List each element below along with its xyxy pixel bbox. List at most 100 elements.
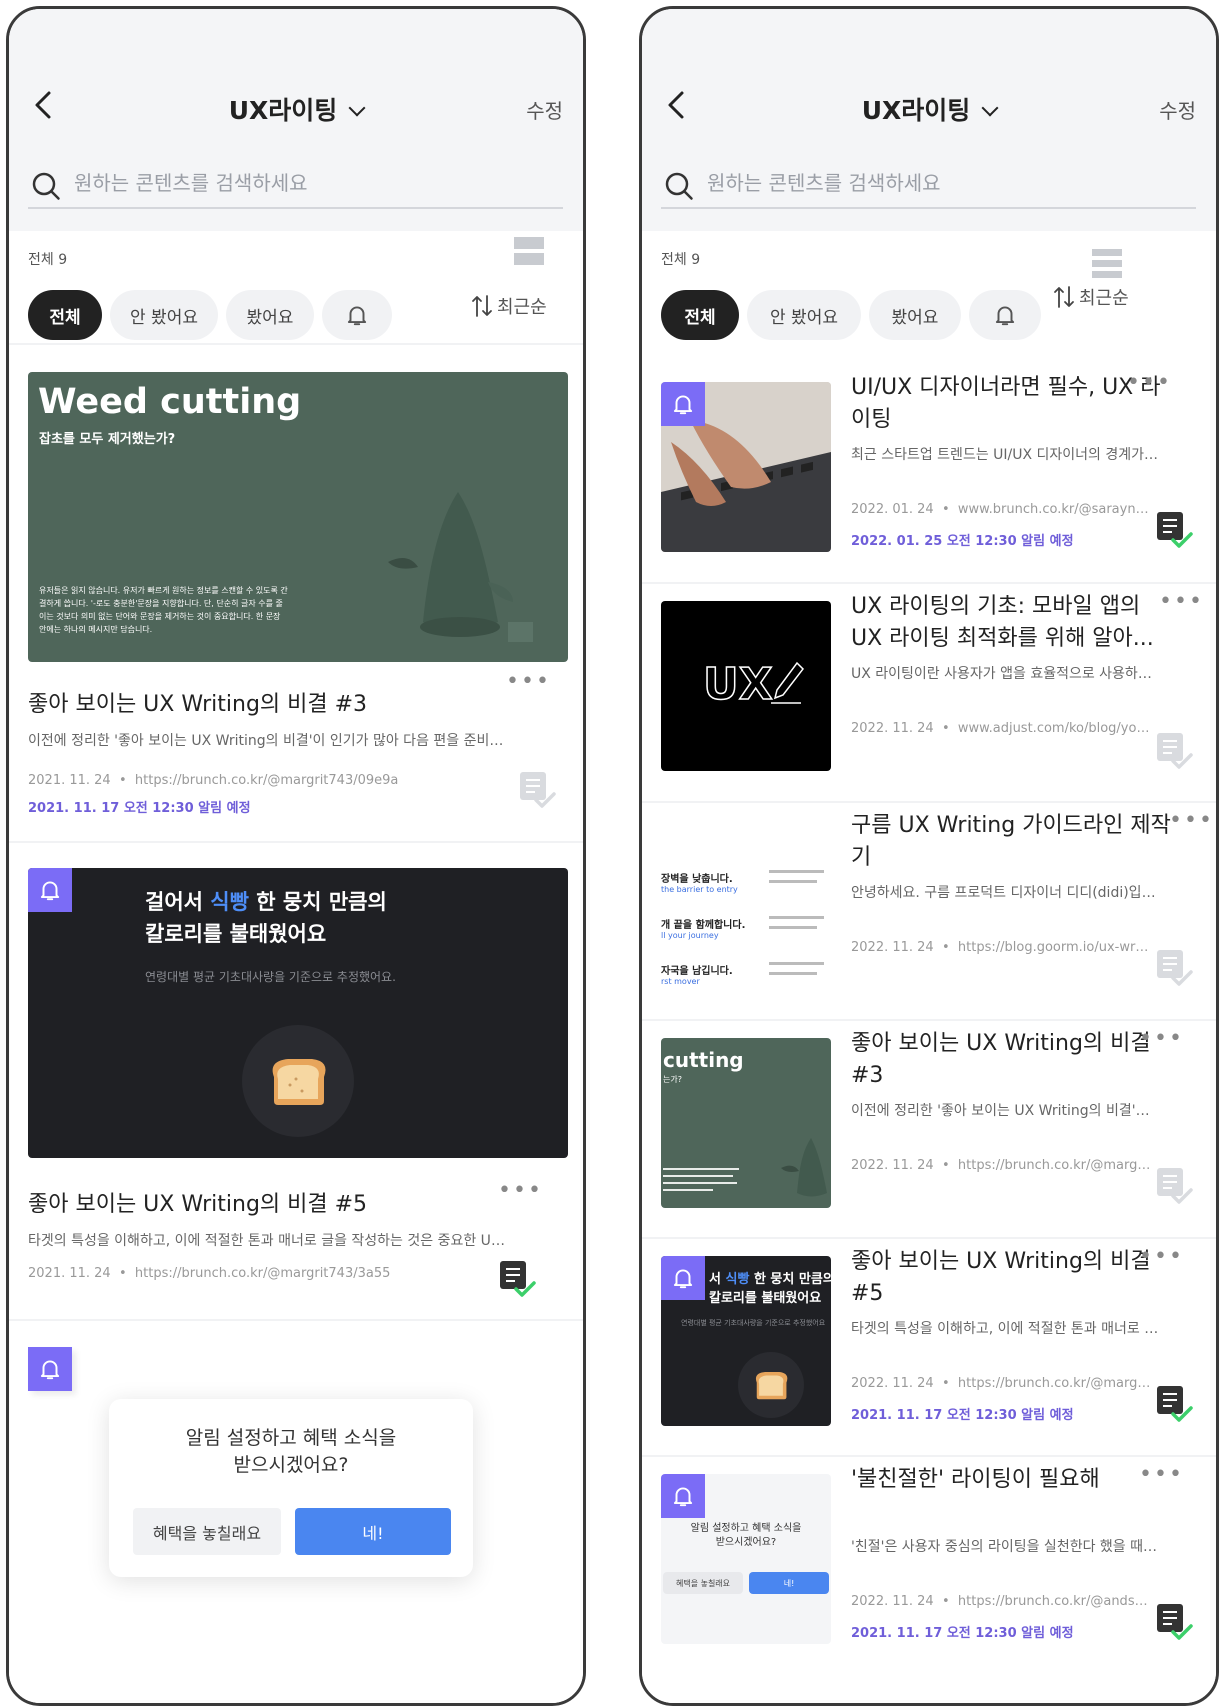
item-thumbnail: [661, 382, 831, 552]
thumb-headline-pre: 걸어서: [145, 890, 211, 914]
item-description: '친절'은 사용자 중심의 라이팅을 실천한다 했을 때 가...: [851, 1539, 1161, 1555]
more-options-icon[interactable]: •••: [1139, 1028, 1184, 1050]
more-options-icon[interactable]: •••: [1169, 810, 1214, 832]
chip-all[interactable]: 전체: [28, 290, 102, 340]
left-screen: UX라이팅 수정 원하는 콘텐츠를 검색하세요 전체 9 전체 안 봤어요 봤어…: [6, 6, 586, 1706]
more-options-icon[interactable]: •••: [1127, 372, 1172, 394]
thumb-headline-post: 한 뭉치 만큼의: [248, 890, 387, 914]
search-placeholder: 원하는 콘텐츠를 검색하세요: [707, 171, 941, 195]
more-options-icon[interactable]: •••: [1139, 1464, 1184, 1486]
mark-read-icon[interactable]: [1155, 1166, 1195, 1206]
filter-chips: 전체 안 봤어요 봤어요: [28, 290, 392, 340]
item-meta: 2022. 11. 24 • https://brunch.co.kr/@and…: [851, 1594, 1151, 1609]
thumb-line-2-en: ll your journey: [661, 931, 719, 940]
card-date: 2021. 11. 24: [28, 1266, 111, 1281]
mark-read-icon[interactable]: [1155, 1384, 1195, 1424]
bread-circle: [242, 1025, 354, 1137]
sort-label: 최근순: [1079, 288, 1129, 309]
chip-all[interactable]: 전체: [661, 290, 739, 340]
item-title: 좋아 보이는 UX Writing의 비결 #3: [851, 1031, 1151, 1088]
bell-icon: [670, 1483, 696, 1509]
item-description: 이전에 정리한 '좋아 보이는 UX Writing의 비결'이 인...: [851, 1103, 1161, 1119]
edit-button[interactable]: 수정: [526, 95, 563, 124]
chip-bell[interactable]: [322, 290, 392, 340]
view-toggle-icon[interactable]: [514, 237, 544, 267]
more-options-icon[interactable]: •••: [1159, 591, 1204, 613]
item-text: 좋아 보이는 UX Writing의 비결 #5 타겟의 특성을 이해하고, 이…: [851, 1246, 1176, 1338]
mark-read-icon[interactable]: [1155, 1602, 1195, 1642]
chevron-down-icon: [348, 99, 366, 117]
divider: [9, 1319, 583, 1321]
item-title: 구름 UX Writing 가이드라인 제작기: [851, 813, 1171, 870]
item-url: https://brunch.co.kr/@andsalt...: [957, 1594, 1151, 1609]
divider: [9, 841, 583, 843]
item-title: '불친절한' 라이팅이 필요해: [851, 1467, 1100, 1492]
item-thumbnail: UX: [661, 601, 831, 771]
total-count: 전체 9: [661, 252, 701, 268]
item-url: https://brunch.co.kr/@margrit7...: [957, 1158, 1151, 1173]
thumb-decline-button: 혜택을 놓칠래요: [663, 1572, 743, 1594]
sculpture-illustration: [781, 1138, 827, 1197]
thumb-line-3-en: rst mover: [661, 977, 700, 986]
card-description: 이전에 정리한 '좋아 보이는 UX Writing의 비결'이 인기가 많아 …: [28, 733, 508, 749]
chip-seen[interactable]: 봤어요: [226, 290, 314, 340]
thumb-title: cutting: [663, 1048, 744, 1072]
bell-icon: [992, 302, 1018, 328]
list-item[interactable]: cutting 는가? 좋아 보이는 UX Writing의 비결 #3 이전에…: [661, 1028, 1216, 1246]
item-thumbnail: cutting 는가?: [661, 1038, 831, 1208]
more-options-icon[interactable]: •••: [506, 671, 551, 693]
alarm-schedule: 2021. 11. 17 오전 12:30 알림 예정: [851, 1408, 1074, 1423]
accept-button[interactable]: 네!: [295, 1508, 451, 1555]
divider: [9, 343, 583, 345]
bell-icon: [670, 1265, 696, 1291]
search-bar[interactable]: 원하는 콘텐츠를 검색하세요: [661, 159, 1196, 209]
list-item[interactable]: 알림 설정하고 혜택 소식을 받으시겠어요? 혜택을 놓칠래요 네! '불친절한'…: [661, 1464, 1216, 1682]
more-options-icon[interactable]: •••: [1139, 1246, 1184, 1268]
thumb-dialog-line2: 받으시겠어요?: [715, 1537, 777, 1548]
page-title-text: UX라이팅: [228, 96, 338, 125]
sort-button[interactable]: 최근순: [471, 293, 547, 319]
search-bar[interactable]: 원하는 콘텐츠를 검색하세요: [28, 159, 563, 209]
thumb-sub: 연령대별 평균 기초대사량을 기준으로 추정했어요.: [145, 970, 396, 984]
header: UX라이팅 수정 원하는 콘텐츠를 검색하세요: [642, 9, 1216, 231]
item-meta: 2022. 11. 24 • https://blog.goorm.io/ux-…: [851, 940, 1151, 955]
list-view-icon[interactable]: [1092, 249, 1122, 279]
list-item[interactable]: UI/UX 디자이너라면 필수, UX 라이팅 최근 스타트업 트렌드는 UI/…: [661, 372, 1216, 590]
decline-button[interactable]: 혜택을 놓칠래요: [133, 1508, 281, 1555]
edit-button[interactable]: 수정: [1159, 95, 1196, 124]
page-title[interactable]: UX라이팅: [642, 91, 1216, 127]
thumb-body: 유저들은 읽지 않습니다. 유저가 빠르게 원하는 정보를 스캔할 수 있도록 …: [39, 586, 288, 634]
divider: [642, 1455, 1216, 1457]
mark-read-icon[interactable]: [518, 770, 558, 810]
mark-read-icon[interactable]: [1155, 731, 1195, 771]
item-url: www.adjust.com/ko/blog/your...: [957, 721, 1151, 736]
item-date: 2022. 11. 24: [851, 1594, 934, 1609]
mark-read-icon[interactable]: [1155, 510, 1195, 550]
item-thumbnail: 알림 설정하고 혜택 소식을 받으시겠어요? 혜택을 놓칠래요 네!: [661, 1474, 831, 1644]
card-meta: 2021. 11. 24 • https://brunch.co.kr/@mar…: [28, 1266, 391, 1281]
chip-bell[interactable]: [969, 290, 1041, 340]
chip-unseen[interactable]: 안 봤어요: [747, 290, 861, 340]
alarm-badge: [661, 1256, 705, 1300]
list-item[interactable]: 장벽을 낮춥니다. the barrier to entry 개 끝을 함께합니…: [661, 810, 1216, 1028]
list-item[interactable]: 서 식빵 한 뭉치 만큼의 칼로리를 불태웠어요 연령대별 평균 기초대사량을 기…: [661, 1246, 1216, 1464]
content-card[interactable]: Weed cutting 잡초를 모두 제거했는가? 유저들은 읽지 않습니다.…: [28, 372, 568, 816]
card-thumbnail: Weed cutting 잡초를 모두 제거했는가? 유저들은 읽지 않습니다.…: [28, 372, 568, 662]
sort-button[interactable]: 최근순: [1053, 284, 1129, 310]
search-placeholder: 원하는 콘텐츠를 검색하세요: [74, 171, 308, 195]
mark-read-icon[interactable]: [1155, 948, 1195, 988]
page-title[interactable]: UX라이팅: [9, 91, 583, 127]
thumb-dialog-message: 알림 설정하고 혜택 소식을 받으시겠어요?: [661, 1522, 831, 1550]
thumb-line-1: 장벽을 낮춥니다.: [661, 874, 733, 885]
chip-unseen[interactable]: 안 봤어요: [110, 290, 218, 340]
mark-read-icon[interactable]: [498, 1259, 538, 1299]
bread-circle: [738, 1352, 804, 1418]
item-meta: 2022. 11. 24 • www.adjust.com/ko/blog/yo…: [851, 721, 1151, 736]
more-options-icon[interactable]: •••: [498, 1180, 543, 1202]
bell-icon: [37, 1356, 63, 1382]
thumb-ux-text: UX: [702, 658, 773, 711]
content-card[interactable]: 걸어서 식빵 한 뭉치 만큼의 칼로리를 불태웠어요 연령대별 평균 기초대사량을…: [28, 868, 568, 1281]
list-item[interactable]: UX UX 라이팅의 기초: 모바일 앱의 UX 라이팅 최적화를 위해 알아.…: [661, 591, 1216, 809]
chip-seen[interactable]: 봤어요: [869, 290, 961, 340]
item-date: 2022. 11. 24: [851, 1158, 934, 1173]
